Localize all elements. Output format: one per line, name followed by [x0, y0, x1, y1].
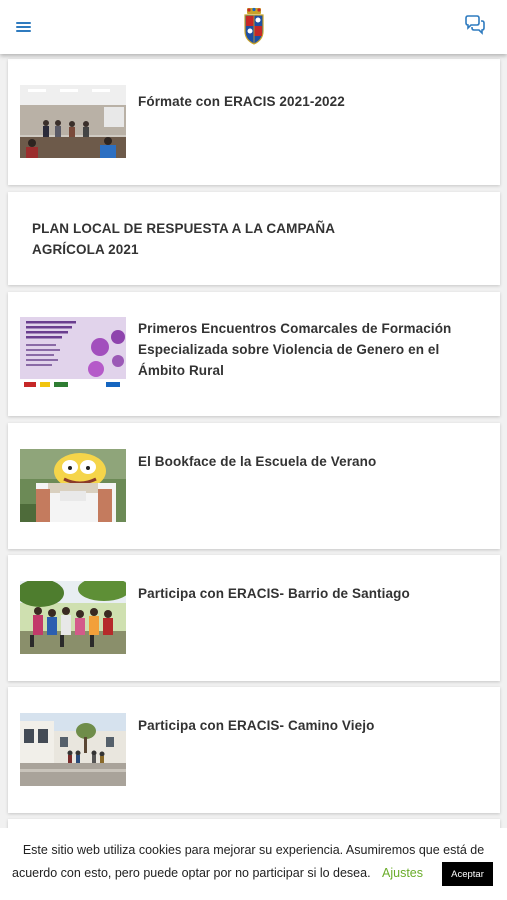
hamburger-menu-icon[interactable] — [14, 17, 36, 37]
news-card[interactable]: PLAN LOCAL DE RESPUESTA A LA CAMPAÑA AGR… — [8, 192, 500, 285]
chat-bubbles-icon[interactable] — [464, 15, 486, 35]
news-card-title[interactable]: Primeros Encuentros Comarcales de Formac… — [138, 318, 470, 381]
news-card[interactable]: El Bookface de la Escuela de Verano — [8, 423, 500, 549]
cookie-banner: Este sitio web utiliza cookies para mejo… — [0, 828, 507, 900]
news-card[interactable]: Fórmate con ERACIS 2021-2022 — [8, 59, 500, 185]
cartoon-bookface-photo — [20, 449, 126, 522]
outdoor-group-photo — [20, 581, 126, 654]
cookie-message: acuerdo con esto, pero puede optar por n… — [12, 866, 371, 880]
news-card[interactable]: Participa con ERACIS- Camino Viejo — [8, 687, 500, 813]
news-card-title[interactable]: PLAN LOCAL DE RESPUESTA A LA CAMPAÑA AGR… — [32, 218, 360, 260]
cookie-message: Este sitio web utiliza cookies para mejo… — [22, 843, 485, 857]
cookie-accept-button[interactable]: Aceptar — [442, 862, 493, 886]
news-card-title[interactable]: Participa con ERACIS- Camino Viejo — [138, 715, 470, 736]
news-card-title[interactable]: Participa con ERACIS- Barrio de Santiago — [138, 583, 470, 604]
classroom-meeting-photo — [20, 85, 126, 158]
news-card[interactable]: Primeros Encuentros Comarcales de Formac… — [8, 292, 500, 416]
event-poster — [20, 317, 126, 390]
coat-of-arms-icon[interactable] — [241, 7, 267, 45]
news-card-title[interactable]: Fórmate con ERACIS 2021-2022 — [138, 91, 470, 112]
cookie-settings-link[interactable]: Ajustes — [382, 866, 423, 880]
news-card[interactable]: Participa con ERACIS- Barrio de Santiago — [8, 555, 500, 681]
top-app-bar — [0, 0, 507, 54]
street-gathering-photo — [20, 713, 126, 786]
news-card-title[interactable]: El Bookface de la Escuela de Verano — [138, 451, 470, 472]
